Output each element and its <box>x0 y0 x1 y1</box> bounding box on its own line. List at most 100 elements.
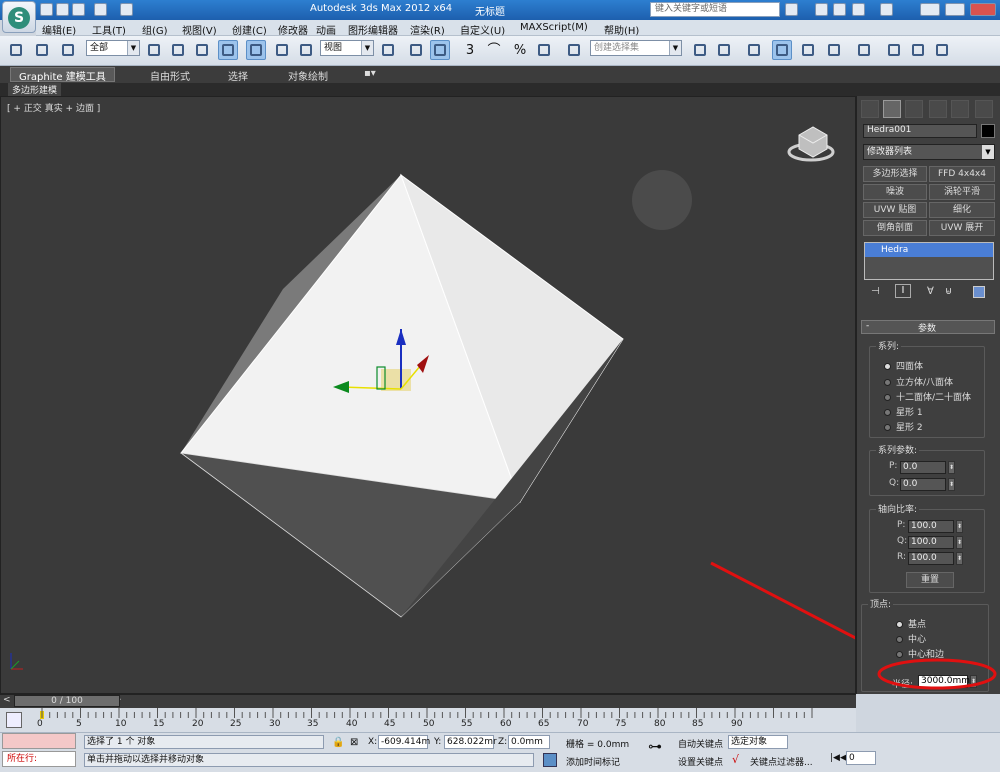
menu-graph-editors[interactable]: 图形编辑器 <box>348 22 398 37</box>
time-slider-bar[interactable]: < > <box>0 694 856 708</box>
modifier-button-noise[interactable]: 噪波 <box>863 184 927 200</box>
select-and-move-icon[interactable] <box>246 40 266 60</box>
open-file-icon[interactable] <box>56 3 69 16</box>
tab-freeform[interactable]: 自由形式 <box>150 68 190 83</box>
modifier-button-uvw-map[interactable]: UVW 贴图 <box>863 202 927 218</box>
graphite-toggle-icon[interactable] <box>772 40 792 60</box>
perspective-viewport[interactable]: [ + 正交 真实 + 边面 ] <box>0 96 856 694</box>
menu-maxscript[interactable]: MAXScript(M) <box>520 22 588 33</box>
go-to-start-icon[interactable]: |◀◀ <box>830 753 847 763</box>
axis-param-p[interactable]: P: 100.0 ⬍ <box>897 520 976 534</box>
modifier-button-poly-select[interactable]: 多边形选择 <box>863 166 927 182</box>
menu-modifiers[interactable]: 修改器 <box>278 22 308 37</box>
search-input[interactable]: 键入关键字或短语 <box>650 2 780 17</box>
schematic-view-icon[interactable] <box>824 40 844 60</box>
param-value[interactable]: 0.0 <box>900 478 946 491</box>
family-option-star1[interactable]: 星形 1 <box>884 405 923 418</box>
object-name-field[interactable]: Hedra001 <box>863 124 977 138</box>
vertex-option-basepoint[interactable]: 基点 <box>896 617 926 630</box>
modifier-button-unwrap-uvw[interactable]: UVW 展开 <box>929 220 995 236</box>
spinner-arrows-icon[interactable]: ⬍ <box>948 478 955 491</box>
time-slider[interactable]: 0 / 100 <box>14 695 120 707</box>
info-icon[interactable] <box>852 3 865 16</box>
param-value[interactable]: 0.0 <box>900 461 946 474</box>
parameters-rollout-header[interactable]: - 参数 <box>861 320 995 334</box>
family-param-q[interactable]: Q: 0.0 ⬍ <box>889 478 968 492</box>
viewcube-icon[interactable] <box>787 126 835 162</box>
vertex-option-center[interactable]: 中心 <box>896 632 926 645</box>
stack-item-hedra[interactable]: Hedra <box>865 243 993 257</box>
close-button[interactable] <box>970 3 996 16</box>
remove-modifier-icon[interactable]: ⊌ <box>945 286 952 297</box>
menu-group[interactable]: 组(G) <box>142 22 168 37</box>
create-tab-icon[interactable] <box>861 100 879 118</box>
display-tab-icon[interactable] <box>951 100 969 118</box>
modifier-button-ffd[interactable]: FFD 4x4x4 <box>929 166 995 182</box>
reference-coordinate-dropdown[interactable]: 视图 ▼ <box>320 40 374 56</box>
select-by-name-icon[interactable] <box>168 40 188 60</box>
tab-object-paint[interactable]: 对象绘制 <box>288 68 328 83</box>
time-tag-icon[interactable] <box>543 753 557 767</box>
spinner-arrows-icon[interactable]: ⬍ <box>956 552 963 565</box>
key-selection-dropdown[interactable]: 选定对象 <box>728 735 788 749</box>
edit-named-selection-icon[interactable] <box>564 40 584 60</box>
selection-filter-dropdown[interactable]: 全部 ▼ <box>86 40 140 56</box>
y-coordinate-field[interactable]: 628.022mr <box>444 735 497 749</box>
family-option-star2[interactable]: 星形 2 <box>884 420 923 433</box>
new-file-icon[interactable] <box>40 3 53 16</box>
set-key-button[interactable]: 设置关键点 <box>678 755 723 768</box>
key-icon[interactable] <box>815 3 828 16</box>
menu-rendering[interactable]: 渲染(R) <box>410 22 445 37</box>
menu-customize[interactable]: 自定义(U) <box>460 22 505 37</box>
modifier-button-bevel-profile[interactable]: 倒角剖面 <box>863 220 927 236</box>
save-file-icon[interactable] <box>72 3 85 16</box>
menu-tools[interactable]: 工具(T) <box>92 22 126 37</box>
family-option-dodec-icos[interactable]: 十二面体/二十面体 <box>884 390 971 403</box>
mirror-icon[interactable] <box>690 40 710 60</box>
tab-graphite-modeling[interactable]: Graphite 建模工具 <box>10 67 115 83</box>
select-object-icon[interactable] <box>144 40 164 60</box>
param-value[interactable]: 100.0 <box>908 536 954 549</box>
bind-space-warp-icon[interactable] <box>58 40 78 60</box>
select-and-manipulate-icon[interactable] <box>406 40 426 60</box>
spinner-arrows-icon[interactable]: ⬍ <box>956 520 963 533</box>
axis-param-q[interactable]: Q: 100.0 ⬍ <box>897 536 976 550</box>
track-bar[interactable]: 0 5 10 15 20 25 30 35 40 45 50 55 60 65 … <box>0 708 856 732</box>
show-end-result-icon[interactable]: I <box>895 284 911 298</box>
reset-button[interactable]: 重置 <box>906 572 954 588</box>
polygon-modeling-panel[interactable]: 多边形建模 <box>8 83 62 96</box>
param-value[interactable]: 100.0 <box>908 552 954 565</box>
maxscript-listener[interactable] <box>2 733 76 749</box>
snaps-toggle-icon[interactable]: 3 <box>460 40 480 60</box>
hierarchy-tab-icon[interactable] <box>905 100 923 118</box>
rendered-frame-icon[interactable] <box>908 40 928 60</box>
pivot-center-icon[interactable] <box>378 40 398 60</box>
set-key-icon[interactable]: ⊶ <box>648 739 662 755</box>
window-crossing-icon[interactable] <box>218 40 238 60</box>
app-logo-button[interactable]: S <box>2 1 36 33</box>
mini-curve-editor-icon[interactable] <box>6 712 22 728</box>
menu-help[interactable]: 帮助(H) <box>604 22 639 37</box>
param-value[interactable]: 100.0 <box>908 520 954 533</box>
spinner-arrows-icon[interactable]: ⬍ <box>956 536 963 549</box>
minimize-button[interactable] <box>920 3 940 16</box>
modifier-button-tessellate[interactable]: 细化 <box>929 202 995 218</box>
utilities-tab-icon[interactable] <box>975 100 993 118</box>
time-prev-icon[interactable]: < <box>3 695 11 705</box>
x-coordinate-field[interactable]: -609.414m <box>378 735 430 749</box>
menu-view[interactable]: 视图(V) <box>182 22 217 37</box>
pin-stack-icon[interactable]: ⊣ <box>871 286 880 297</box>
menu-animation[interactable]: 动画 <box>316 22 336 37</box>
key-filters-button[interactable]: 关键点过滤器... <box>750 755 813 768</box>
steering-wheel-icon[interactable] <box>632 170 692 230</box>
object-color-swatch[interactable] <box>981 124 995 138</box>
family-param-p[interactable]: P: 0.0 ⬍ <box>889 461 968 475</box>
select-and-rotate-icon[interactable] <box>272 40 292 60</box>
angle-snap-icon[interactable]: ⌒ <box>484 40 504 60</box>
layer-manager-icon[interactable] <box>744 40 764 60</box>
named-selection-dropdown[interactable]: 创建选择集 ▼ <box>590 40 682 56</box>
percent-snap-icon[interactable]: % <box>510 40 530 60</box>
menu-edit[interactable]: 编辑(E) <box>42 22 76 37</box>
star-icon[interactable] <box>833 3 846 16</box>
make-unique-icon[interactable]: ∀ <box>927 286 934 297</box>
